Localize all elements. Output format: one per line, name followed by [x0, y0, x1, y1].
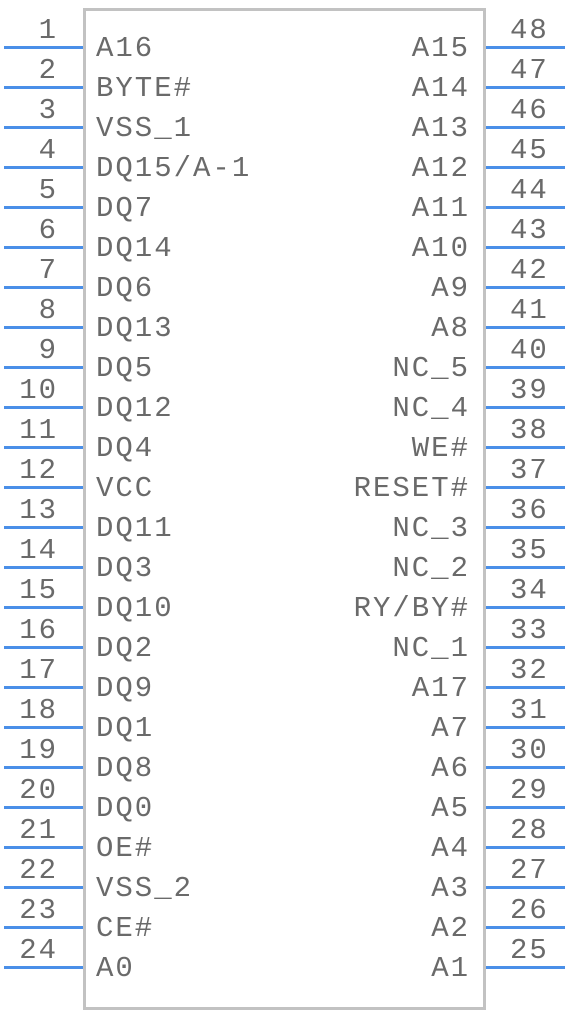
pin-number-9: 9	[38, 334, 58, 367]
pin-number-10: 10	[19, 374, 58, 407]
pin-label-48: A15	[411, 32, 470, 65]
pin-number-24: 24	[19, 934, 58, 967]
pin-label-46: A13	[411, 112, 470, 145]
pin-label-17: DQ9	[96, 672, 155, 705]
pin-label-14: DQ3	[96, 552, 155, 585]
pin-number-19: 19	[19, 734, 58, 767]
pin-number-3: 3	[38, 94, 58, 127]
pin-label-33: NC_1	[392, 632, 470, 665]
pin-number-18: 18	[19, 694, 58, 727]
pin-number-33: 33	[510, 614, 549, 647]
pin-label-40: NC_5	[392, 352, 470, 385]
pin-number-27: 27	[510, 854, 549, 887]
pin-number-32: 32	[510, 654, 549, 687]
pin-label-44: A11	[411, 192, 470, 225]
pin-label-29: A5	[431, 792, 470, 825]
pin-number-13: 13	[19, 494, 58, 527]
pin-number-15: 15	[19, 574, 58, 607]
pin-number-28: 28	[510, 814, 549, 847]
pin-number-46: 46	[510, 94, 549, 127]
pin-label-2: BYTE#	[96, 72, 194, 105]
pin-label-43: A10	[411, 232, 470, 265]
pin-number-2: 2	[38, 54, 58, 87]
pin-label-13: DQ11	[96, 512, 174, 545]
pin-number-11: 11	[19, 414, 58, 447]
pin-number-20: 20	[19, 774, 58, 807]
pin-number-37: 37	[510, 454, 549, 487]
pin-label-42: A9	[431, 272, 470, 305]
pin-number-43: 43	[510, 214, 549, 247]
pin-number-38: 38	[510, 414, 549, 447]
pin-label-30: A6	[431, 752, 470, 785]
pin-label-3: VSS_1	[96, 112, 194, 145]
pin-label-19: DQ8	[96, 752, 155, 785]
pin-label-26: A2	[431, 912, 470, 945]
pin-label-10: DQ12	[96, 392, 174, 425]
pin-number-22: 22	[19, 854, 58, 887]
pin-number-6: 6	[38, 214, 58, 247]
pin-label-25: A1	[431, 952, 470, 985]
pin-label-27: A3	[431, 872, 470, 905]
pin-label-1: A16	[96, 32, 155, 65]
pin-label-28: A4	[431, 832, 470, 865]
pin-number-45: 45	[510, 134, 549, 167]
pin-label-16: DQ2	[96, 632, 155, 665]
pin-label-24: A0	[96, 952, 135, 985]
pin-label-8: DQ13	[96, 312, 174, 345]
pin-number-23: 23	[19, 894, 58, 927]
pin-number-41: 41	[510, 294, 549, 327]
pin-label-34: RY/BY#	[353, 592, 470, 625]
pin-number-36: 36	[510, 494, 549, 527]
pin-number-8: 8	[38, 294, 58, 327]
pin-label-37: RESET#	[353, 472, 470, 505]
pin-label-36: NC_3	[392, 512, 470, 545]
pin-number-4: 4	[38, 134, 58, 167]
pin-label-38: WE#	[411, 432, 470, 465]
pin-number-26: 26	[510, 894, 549, 927]
pin-number-40: 40	[510, 334, 549, 367]
pin-label-23: CE#	[96, 912, 155, 945]
pin-label-21: OE#	[96, 832, 155, 865]
pin-label-47: A14	[411, 72, 470, 105]
pin-label-18: DQ1	[96, 712, 155, 745]
pin-number-31: 31	[510, 694, 549, 727]
pin-number-5: 5	[38, 174, 58, 207]
pin-number-21: 21	[19, 814, 58, 847]
pin-number-47: 47	[510, 54, 549, 87]
pin-label-22: VSS_2	[96, 872, 194, 905]
pin-label-32: A17	[411, 672, 470, 705]
pin-number-30: 30	[510, 734, 549, 767]
pin-label-20: DQ0	[96, 792, 155, 825]
pin-label-15: DQ10	[96, 592, 174, 625]
pin-label-7: DQ6	[96, 272, 155, 305]
pin-number-14: 14	[19, 534, 58, 567]
pin-label-45: A12	[411, 152, 470, 185]
pin-label-41: A8	[431, 312, 470, 345]
pin-number-7: 7	[38, 254, 58, 287]
pin-label-4: DQ15/A-1	[96, 152, 252, 185]
pin-number-34: 34	[510, 574, 549, 607]
pin-number-39: 39	[510, 374, 549, 407]
pin-label-9: DQ5	[96, 352, 155, 385]
pin-label-11: DQ4	[96, 432, 155, 465]
pin-number-25: 25	[510, 934, 549, 967]
pin-number-12: 12	[19, 454, 58, 487]
pin-label-12: VCC	[96, 472, 155, 505]
pin-number-44: 44	[510, 174, 549, 207]
pin-number-29: 29	[510, 774, 549, 807]
pin-number-42: 42	[510, 254, 549, 287]
pin-label-35: NC_2	[392, 552, 470, 585]
pin-number-17: 17	[19, 654, 58, 687]
pin-number-35: 35	[510, 534, 549, 567]
pin-label-31: A7	[431, 712, 470, 745]
pin-label-39: NC_4	[392, 392, 470, 425]
pin-number-1: 1	[38, 14, 58, 47]
pin-number-48: 48	[510, 14, 549, 47]
pin-label-5: DQ7	[96, 192, 155, 225]
pin-label-6: DQ14	[96, 232, 174, 265]
pin-number-16: 16	[19, 614, 58, 647]
